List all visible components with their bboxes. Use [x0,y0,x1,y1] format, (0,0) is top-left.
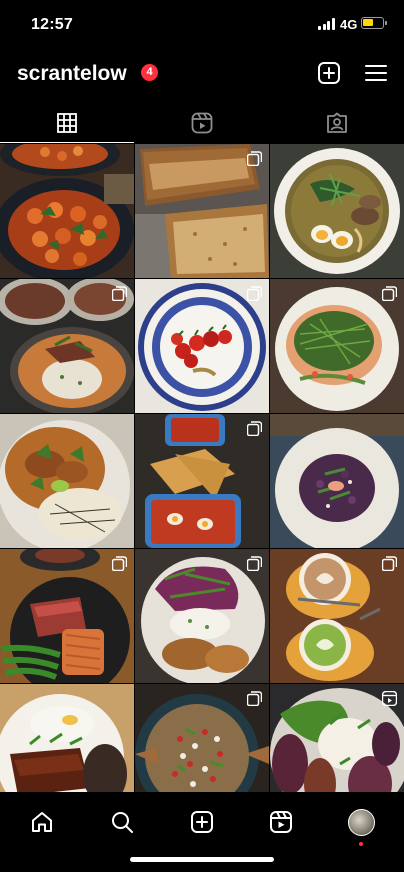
post-thumbnail[interactable] [135,414,269,548]
signal-strength-icon [318,18,335,30]
carousel-icon [247,151,262,166]
grid-icon [57,113,77,133]
nav-search[interactable] [102,802,142,842]
post-thumbnail[interactable] [0,549,134,683]
carousel-icon [247,556,262,571]
food-photo [270,144,404,278]
nav-home[interactable] [22,802,62,842]
active-indicator-dot [359,842,363,846]
home-indicator [130,857,274,862]
profile-username[interactable]: scrantelow [17,62,127,86]
carousel-icon [382,286,397,301]
carousel-icon [247,286,262,301]
reels-icon [191,112,213,134]
post-thumbnail[interactable] [270,279,404,413]
post-thumbnail[interactable] [0,684,134,792]
post-thumbnail[interactable] [135,279,269,413]
network-type: 4G [340,17,358,32]
battery-level [363,19,373,26]
nav-reels[interactable] [261,802,301,842]
post-thumbnail[interactable] [0,414,134,548]
reels-icon [270,811,292,833]
posts-grid [0,144,404,792]
food-photo [270,414,404,548]
menu-icon[interactable] [364,61,388,85]
post-thumbnail[interactable] [135,144,269,278]
carousel-icon [112,556,127,571]
tagged-icon [327,112,347,133]
nav-create[interactable] [182,802,222,842]
carousel-icon [382,556,397,571]
home-icon [32,812,52,832]
carousel-icon [247,691,262,706]
search-icon [112,812,133,833]
post-thumbnail[interactable] [270,549,404,683]
status-time: 12:57 [31,16,73,33]
battery-icon [361,17,387,29]
carousel-icon [247,421,262,436]
nav-profile[interactable] [341,802,381,846]
food-photo [0,684,134,792]
profile-tabs [0,103,404,143]
post-thumbnail[interactable] [270,684,404,792]
food-photo [0,144,134,278]
profile-avatar [347,808,375,836]
post-thumbnail[interactable] [135,684,269,792]
food-photo [0,414,134,548]
create-icon [191,811,213,833]
post-thumbnail[interactable] [135,549,269,683]
status-bar: 12:57 4G [0,0,404,48]
carousel-icon [112,286,127,301]
notification-badge: 4 [141,64,158,81]
post-thumbnail[interactable] [0,144,134,278]
reel-icon [382,691,397,706]
new-post-icon[interactable] [317,61,341,85]
profile-header: scrantelow 4 [0,52,404,96]
tab-posts-grid[interactable] [0,103,134,143]
tab-reels[interactable] [135,103,269,143]
post-thumbnail[interactable] [0,279,134,413]
post-thumbnail[interactable] [270,414,404,548]
post-thumbnail[interactable] [270,144,404,278]
tab-tagged[interactable] [270,103,404,143]
